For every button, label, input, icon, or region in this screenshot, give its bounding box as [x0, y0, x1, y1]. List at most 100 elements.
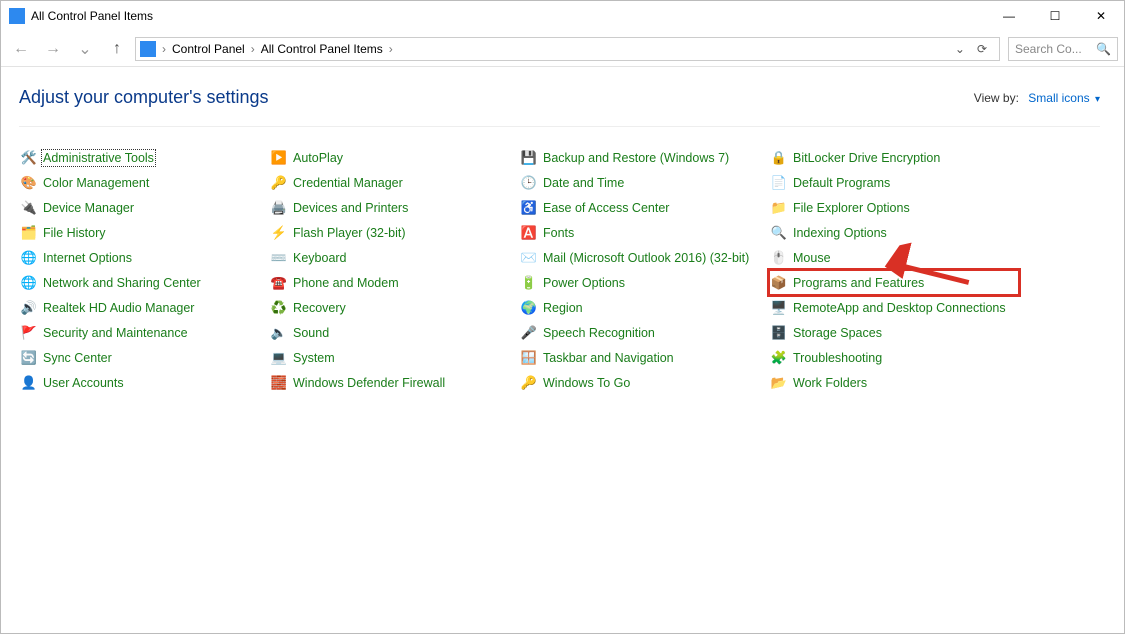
cp-item-file-history[interactable]: 🗂️File History [19, 220, 269, 245]
user-accounts-icon: 👤 [21, 375, 37, 391]
taskbar-navigation-icon: 🪟 [521, 350, 537, 366]
view-by-label: View by: [974, 91, 1019, 105]
header-row: Adjust your computer's settings View by:… [19, 87, 1100, 127]
cp-item-remoteapp[interactable]: 🖥️RemoteApp and Desktop Connections [769, 295, 1019, 320]
cp-item-label: Credential Manager [293, 176, 403, 190]
cp-item-label: Realtek HD Audio Manager [43, 301, 194, 315]
cp-item-work-folders[interactable]: 📂Work Folders [769, 370, 1019, 395]
maximize-button[interactable]: ☐ [1032, 1, 1078, 31]
content-area: Adjust your computer's settings View by:… [1, 67, 1124, 395]
view-by-control[interactable]: View by: Small icons ▾ [974, 91, 1100, 105]
cp-item-label: Fonts [543, 226, 574, 240]
cp-item-label: Color Management [43, 176, 149, 190]
cp-item-date-time[interactable]: 🕒Date and Time [519, 170, 769, 195]
cp-item-troubleshooting[interactable]: 🧩 Troubleshooting [769, 345, 1019, 370]
cp-item-label: Phone and Modem [293, 276, 399, 290]
cp-item-indexing-options[interactable]: 🔍Indexing Options [769, 220, 1019, 245]
title-bar: All Control Panel Items — ☐ ✕ [1, 1, 1124, 31]
cp-item-device-manager[interactable]: 🔌Device Manager [19, 195, 269, 220]
cp-item-windows-to-go[interactable]: 🔑Windows To Go [519, 370, 769, 395]
cp-item-label: BitLocker Drive Encryption [793, 151, 940, 165]
cp-item-file-explorer-options[interactable]: 📁File Explorer Options [769, 195, 1019, 220]
cp-item-network-sharing[interactable]: 🌐Network and Sharing Center [19, 270, 269, 295]
cp-item-label: System [293, 351, 335, 365]
cp-item-backup-restore[interactable]: 💾Backup and Restore (Windows 7) [519, 145, 769, 170]
cp-item-label: Windows To Go [543, 376, 630, 390]
indexing-options-icon: 🔍 [771, 225, 787, 241]
backup-restore-icon: 💾 [521, 150, 537, 166]
app-icon [9, 8, 25, 24]
autoplay-icon: ▶️ [271, 150, 287, 166]
cp-item-label: Flash Player (32-bit) [293, 226, 406, 240]
cp-item-label: Date and Time [543, 176, 624, 190]
cp-item-flash-player[interactable]: ⚡ Flash Player (32-bit) [269, 220, 519, 245]
up-button[interactable]: ↑ [103, 35, 131, 63]
search-input[interactable]: Search Co... 🔍 [1008, 37, 1118, 61]
cp-item-label: Region [543, 301, 583, 315]
navigation-bar: ← → ⌄ ↑ › Control Panel › All Control Pa… [1, 31, 1124, 67]
cp-item-ease-of-access[interactable]: ♿Ease of Access Center [519, 195, 769, 220]
mail-icon: ✉️ [521, 250, 537, 266]
device-manager-icon: 🔌 [21, 200, 37, 216]
cp-item-sync-center[interactable]: 🔄Sync Center [19, 345, 269, 370]
cp-item-storage-spaces[interactable]: 🗄️Storage Spaces [769, 320, 1019, 345]
troubleshooting-icon: 🧩 [771, 350, 787, 366]
keyboard-icon: ⌨️ [271, 250, 287, 266]
address-bar[interactable]: › Control Panel › All Control Panel Item… [135, 37, 1000, 61]
breadcrumb-current[interactable]: All Control Panel Items [261, 42, 383, 56]
close-button[interactable]: ✕ [1078, 1, 1124, 31]
cp-item-security-maintenance[interactable]: 🚩Security and Maintenance [19, 320, 269, 345]
forward-button[interactable]: → [39, 35, 67, 63]
breadcrumb-root[interactable]: Control Panel [172, 42, 245, 56]
cp-item-label: User Accounts [43, 376, 124, 390]
cp-item-taskbar-navigation[interactable]: 🪟 Taskbar and Navigation [519, 345, 769, 370]
cp-item-recovery[interactable]: ♻️Recovery [269, 295, 519, 320]
credential-manager-icon: 🔑 [271, 175, 287, 191]
cp-item-programs-features[interactable]: 📦Programs and Features [769, 270, 1019, 295]
cp-item-power-options[interactable]: 🔋Power Options [519, 270, 769, 295]
cp-item-label: Internet Options [43, 251, 132, 265]
cp-item-windows-defender[interactable]: 🧱Windows Defender Firewall [269, 370, 519, 395]
address-dropdown[interactable]: ⌄ [951, 42, 969, 56]
minimize-button[interactable]: — [986, 1, 1032, 31]
flash-player-icon: ⚡ [271, 225, 287, 241]
cp-item-user-accounts[interactable]: 👤 User Accounts [19, 370, 269, 395]
network-sharing-icon: 🌐 [21, 275, 37, 291]
mouse-icon: 🖱️ [771, 250, 787, 266]
cp-item-mail[interactable]: ✉️ Mail (Microsoft Outlook 2016) (32-bit) [519, 245, 769, 270]
devices-printers-icon: 🖨️ [271, 200, 287, 216]
cp-item-realtek[interactable]: 🔊Realtek HD Audio Manager [19, 295, 269, 320]
breadcrumb-separator: › [249, 42, 257, 56]
cp-item-credential-manager[interactable]: 🔑 Credential Manager [269, 170, 519, 195]
cp-item-label: Troubleshooting [793, 351, 882, 365]
cp-item-speech-recognition[interactable]: 🎤Speech Recognition [519, 320, 769, 345]
cp-item-color-management[interactable]: 🎨Color Management [19, 170, 269, 195]
view-by-value[interactable]: Small icons [1028, 91, 1089, 105]
security-maintenance-icon: 🚩 [21, 325, 37, 341]
cp-item-keyboard[interactable]: ⌨️Keyboard [269, 245, 519, 270]
cp-item-region[interactable]: 🌍Region [519, 295, 769, 320]
cp-item-label: Taskbar and Navigation [543, 351, 674, 365]
cp-item-label: File History [43, 226, 106, 240]
default-programs-icon: 📄 [771, 175, 787, 191]
recent-locations-button[interactable]: ⌄ [71, 35, 99, 63]
cp-item-fonts[interactable]: 🅰️Fonts [519, 220, 769, 245]
cp-item-label: Mouse [793, 251, 831, 265]
cp-item-phone-modem[interactable]: ☎️ Phone and Modem [269, 270, 519, 295]
cp-item-default-programs[interactable]: 📄Default Programs [769, 170, 1019, 195]
back-button[interactable]: ← [7, 35, 35, 63]
cp-item-devices-printers[interactable]: 🖨️Devices and Printers [269, 195, 519, 220]
cp-item-label: Mail (Microsoft Outlook 2016) (32-bit) [543, 251, 749, 265]
power-options-icon: 🔋 [521, 275, 537, 291]
phone-modem-icon: ☎️ [271, 275, 287, 291]
cp-item-bitlocker[interactable]: 🔒BitLocker Drive Encryption [769, 145, 1019, 170]
page-title: Adjust your computer's settings [19, 87, 269, 108]
cp-item-system[interactable]: 💻System [269, 345, 519, 370]
work-folders-icon: 📂 [771, 375, 787, 391]
cp-item-internet-options[interactable]: 🌐Internet Options [19, 245, 269, 270]
cp-item-autoplay[interactable]: ▶️AutoPlay [269, 145, 519, 170]
cp-item-administrative-tools[interactable]: 🛠️Administrative Tools [19, 145, 269, 170]
refresh-button[interactable]: ⟳ [973, 42, 991, 56]
cp-item-sound[interactable]: 🔈Sound [269, 320, 519, 345]
control-panel-icon [140, 41, 156, 57]
